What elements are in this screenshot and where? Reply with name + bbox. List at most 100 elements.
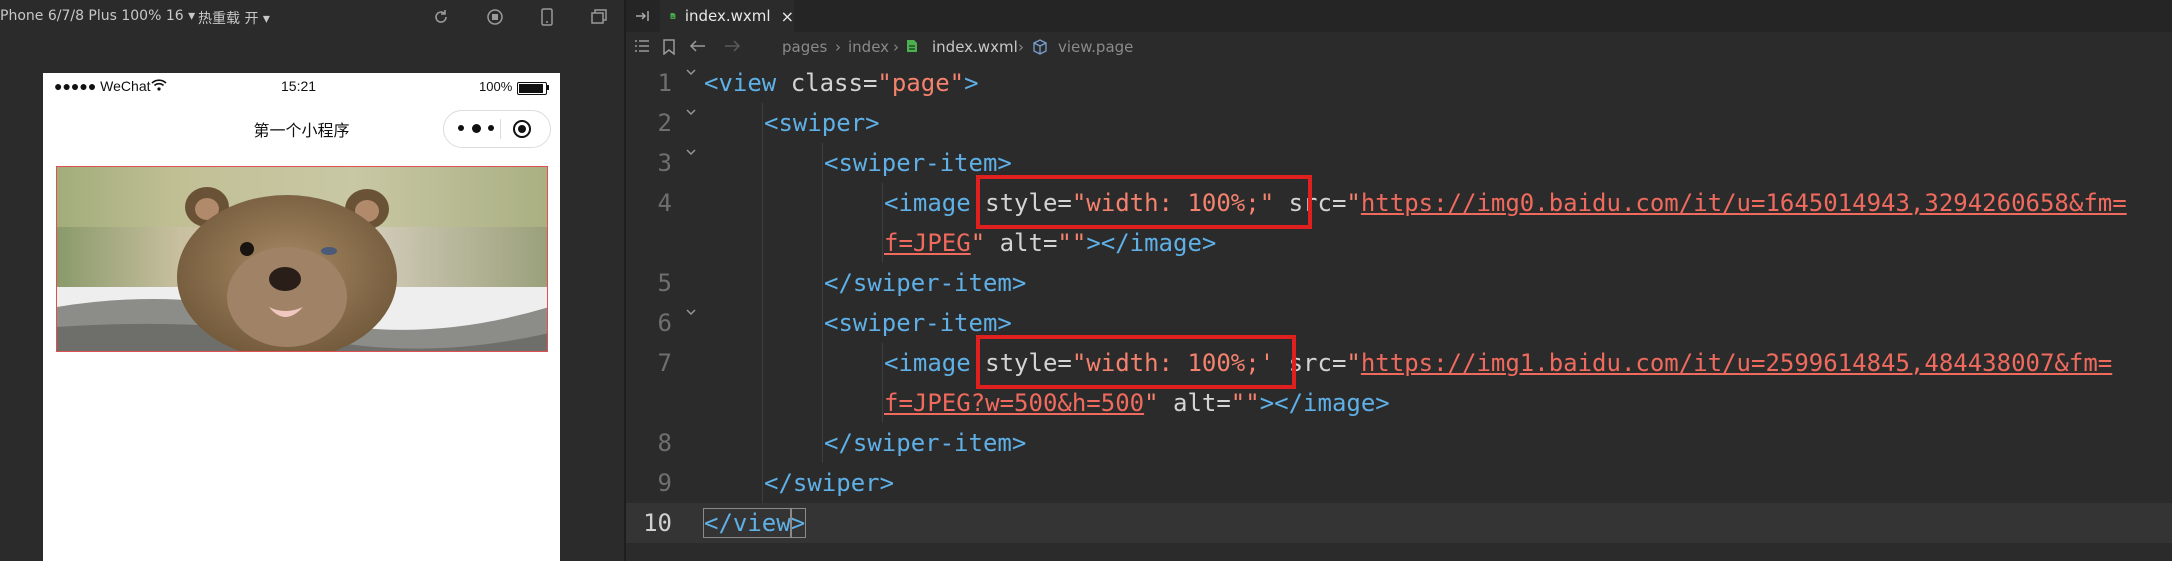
tab-label: index.wxml	[684, 7, 771, 25]
carrier-label: ●●●●● WeChat	[54, 78, 151, 94]
breadcrumb-index[interactable]: index	[848, 38, 889, 56]
code-token: >	[964, 69, 979, 97]
capsule-separator	[500, 119, 501, 139]
close-target-icon[interactable]	[512, 119, 532, 139]
code-token: >	[789, 508, 807, 538]
simulator-toolbar: Phone 6/7/8 Plus 100% 16 ▾ 热重载 开 ▾	[0, 0, 624, 34]
fold-chevron-icon[interactable]	[684, 65, 698, 79]
url-link[interactable]: https://img1.baidu.com/it/u=2599614845,4…	[1361, 349, 2112, 377]
code-token: class=	[776, 69, 878, 97]
list-icon[interactable]	[634, 39, 650, 57]
wxml-file-icon	[670, 13, 676, 19]
code-line[interactable]: 7 <image style="width: 100%;' src="https…	[626, 343, 2172, 383]
highlight-box	[976, 335, 1296, 389]
code-token: <swiper-item>	[824, 309, 1012, 337]
code-token: "	[1144, 389, 1159, 417]
code-line[interactable]: 4 <image style="width: 100%;" src="https…	[626, 183, 2172, 223]
tab-index-wxml[interactable]: index.wxml ×	[660, 0, 794, 32]
fold-chevron-icon[interactable]	[684, 305, 698, 319]
code-token: </swiper-item>	[824, 269, 1027, 297]
breadcrumb-sep: ›	[835, 38, 841, 56]
phone-screen: ●●●●● WeChat 15:21 100% 第一个小程序	[43, 73, 560, 561]
line-number: 4	[657, 189, 672, 217]
code-token: </swiper>	[764, 469, 895, 497]
code-token: ></image>	[1086, 229, 1217, 257]
line-number: 2	[657, 109, 672, 137]
code-token: <swiper>	[764, 109, 880, 137]
device-selector[interactable]: Phone 6/7/8 Plus 100% 16 ▾	[0, 8, 195, 24]
simulator-panel: Phone 6/7/8 Plus 100% 16 ▾ 热重载 开 ▾ ●●●●●…	[0, 0, 624, 561]
bookmark-icon[interactable]	[663, 39, 675, 59]
stop-icon[interactable]	[486, 8, 504, 26]
status-bar: ●●●●● WeChat 15:21 100%	[43, 73, 560, 101]
code-token: ""	[1230, 389, 1260, 417]
code-token: "	[970, 229, 986, 257]
breadcrumb-symbol[interactable]: view.page	[1058, 38, 1133, 56]
breadcrumb: pages › index › index.wxml › view.page	[626, 34, 2172, 62]
code-line-wrap[interactable]: f=JPEG" alt=""></image>	[626, 223, 2172, 263]
wxml-file-icon	[906, 39, 918, 57]
code-line[interactable]: 8 </swiper-item>	[626, 423, 2172, 463]
hot-reload-toggle[interactable]: 热重载 开 ▾	[198, 8, 270, 28]
battery-percent: 100%	[479, 79, 513, 94]
line-number: 1	[657, 69, 672, 97]
menu-capsule[interactable]	[443, 110, 551, 148]
tab-bar: index.wxml ×	[626, 0, 2172, 32]
code-token: </swiper-item>	[824, 429, 1027, 457]
collapse-sidebar-icon[interactable]	[634, 8, 650, 24]
code-token: <swiper-item>	[824, 149, 1012, 177]
code-token: "	[1346, 349, 1361, 377]
line-number: 10	[643, 509, 672, 537]
code-line[interactable]: 1 <view class="page">	[626, 63, 2172, 103]
code-token: <image	[884, 189, 971, 217]
code-line[interactable]: 6 <swiper-item>	[626, 303, 2172, 343]
highlight-box	[976, 175, 1312, 229]
code-line-current[interactable]: 10 </view>	[626, 503, 2172, 543]
code-token: ""	[1057, 229, 1087, 257]
code-area[interactable]: 1 <view class="page"> 2 <swiper> 3 <swip…	[626, 63, 2172, 561]
status-time: 15:21	[281, 78, 317, 94]
code-token: "	[1346, 189, 1361, 217]
line-number: 7	[657, 349, 672, 377]
url-link[interactable]: f=JPEG?w=500&h=500	[884, 389, 1144, 417]
code-token: <view	[704, 69, 777, 97]
battery-tip	[547, 85, 549, 90]
code-token: alt=	[985, 229, 1058, 257]
code-line[interactable]: 9 </swiper>	[626, 463, 2172, 503]
breadcrumb-file[interactable]: index.wxml	[932, 38, 1018, 56]
code-token: <image	[884, 349, 971, 377]
code-token: alt=	[1158, 389, 1231, 417]
fold-chevron-icon[interactable]	[684, 105, 698, 119]
url-link[interactable]: https://img0.baidu.com/it/u=1645014943,3…	[1361, 189, 2127, 217]
close-tab-icon[interactable]: ×	[781, 7, 794, 26]
battery-icon	[517, 82, 547, 95]
code-token: "page"	[877, 69, 965, 97]
swiper-image[interactable]	[56, 166, 548, 352]
phone-icon[interactable]	[538, 8, 556, 26]
wifi-icon	[151, 78, 167, 95]
breadcrumb-sep: ›	[893, 38, 899, 56]
line-number: 9	[657, 469, 672, 497]
code-token: ></image>	[1259, 389, 1390, 417]
line-number: 8	[657, 429, 672, 457]
code-editor: index.wxml × pages › index › index.wxml …	[626, 0, 2172, 561]
line-number: 3	[657, 149, 672, 177]
cube-icon	[1032, 39, 1048, 59]
refresh-icon[interactable]	[432, 8, 450, 26]
quokka-photo	[57, 167, 547, 351]
code-token: </view	[703, 508, 792, 538]
url-link[interactable]: f=JPEG	[884, 229, 971, 257]
window-icon[interactable]	[590, 8, 608, 26]
breadcrumb-pages[interactable]: pages	[782, 38, 827, 56]
nav-bar: 第一个小程序	[43, 101, 560, 151]
code-line[interactable]: 2 <swiper>	[626, 103, 2172, 143]
code-line[interactable]: 5 </swiper-item>	[626, 263, 2172, 303]
forward-arrow-icon[interactable]	[723, 39, 741, 57]
more-icon[interactable]	[458, 118, 494, 138]
line-number: 5	[657, 269, 672, 297]
code-line[interactable]: 3 <swiper-item>	[626, 143, 2172, 183]
line-number: 6	[657, 309, 672, 337]
back-arrow-icon[interactable]	[689, 39, 707, 57]
fold-chevron-icon[interactable]	[684, 145, 698, 159]
code-line-wrap[interactable]: f=JPEG?w=500&h=500" alt=""></image>	[626, 383, 2172, 423]
